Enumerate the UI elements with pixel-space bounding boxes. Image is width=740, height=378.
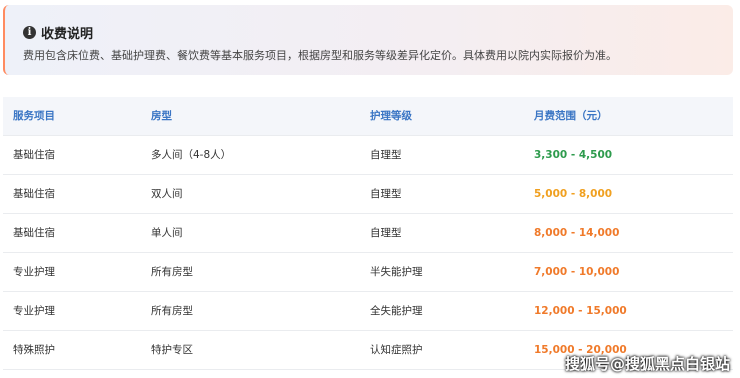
table-row: 专业护理 所有房型 半失能护理 7,000 - 10,000 (3, 253, 733, 292)
cell-level: 全失能护理 (370, 305, 423, 317)
header-service: 服务项目 (13, 110, 55, 122)
cell-level: 认知症照护 (370, 344, 423, 356)
cell-price: 8,000 - 14,000 (534, 227, 620, 239)
fee-notice: i 收费说明 费用包含床位费、基础护理费、餐饮费等基本服务项目，根据房型和服务等… (3, 5, 733, 75)
cell-price: 5,000 - 8,000 (534, 188, 613, 200)
cell-price: 3,300 - 4,500 (534, 149, 613, 161)
header-room: 房型 (151, 110, 172, 122)
cell-level: 自理型 (370, 227, 402, 239)
cell-level: 自理型 (370, 149, 402, 161)
header-price: 月费范围（元） (534, 110, 608, 122)
table-row: 专业护理 所有房型 全失能护理 12,000 - 15,000 (3, 292, 733, 331)
cell-room: 单人间 (151, 227, 183, 239)
table-row: 基础住宿 双人间 自理型 5,000 - 8,000 (3, 175, 733, 214)
cell-service: 特殊照护 (13, 344, 55, 356)
info-icon: i (23, 25, 36, 39)
cell-price: 7,000 - 10,000 (534, 266, 620, 278)
notice-title: 收费说明 (41, 26, 94, 42)
cell-service: 专业护理 (13, 305, 55, 317)
notice-text: 费用包含床位费、基础护理费、餐饮费等基本服务项目，根据房型和服务等级差异化定价。… (23, 49, 617, 62)
watermark: 搜狐号@搜狐黑点白银站 (564, 355, 730, 373)
cell-room: 特护专区 (151, 344, 193, 356)
cell-room: 所有房型 (151, 266, 193, 278)
fee-table: 服务项目 房型 护理等级 月费范围（元） 基础住宿 多人间（4-8人） 自理型 3,3… (3, 97, 733, 370)
cell-level: 自理型 (370, 188, 402, 200)
cell-room: 多人间（4-8人） (151, 149, 232, 161)
cell-room: 所有房型 (151, 305, 193, 317)
notice-title-row: i 收费说明 (23, 23, 94, 42)
cell-level: 半失能护理 (370, 266, 423, 278)
cell-service: 基础住宿 (13, 227, 55, 239)
cell-room: 双人间 (151, 188, 183, 200)
table-row: 基础住宿 多人间（4-8人） 自理型 3,300 - 4,500 (3, 136, 733, 175)
cell-price: 12,000 - 15,000 (534, 305, 627, 317)
cell-service: 专业护理 (13, 266, 55, 278)
table-header: 服务项目 房型 护理等级 月费范围（元） (3, 97, 733, 136)
cell-service: 基础住宿 (13, 188, 55, 200)
header-level: 护理等级 (370, 110, 412, 122)
cell-service: 基础住宿 (13, 149, 55, 161)
table-row: 基础住宿 单人间 自理型 8,000 - 14,000 (3, 214, 733, 253)
